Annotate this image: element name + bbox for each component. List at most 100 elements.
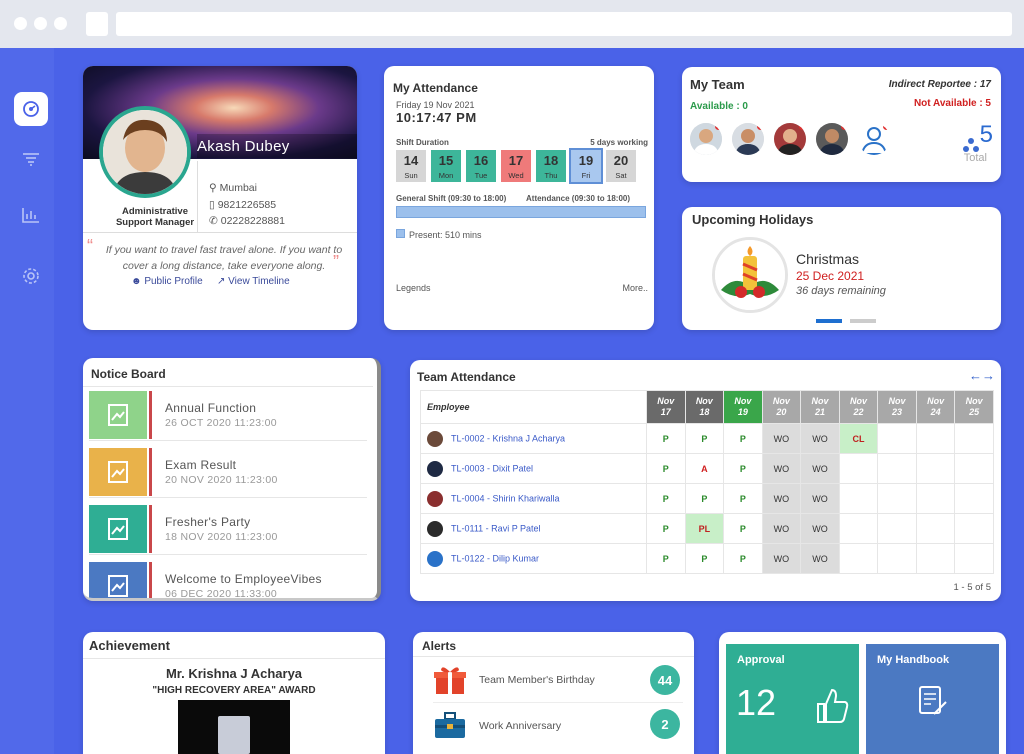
- attendance-cell[interactable]: [915, 543, 956, 574]
- card-title: Notice Board: [91, 367, 166, 381]
- achiever-name: Mr. Krishna J Acharya: [165, 666, 303, 681]
- attendance-cell[interactable]: P: [646, 513, 686, 544]
- attendance-cell[interactable]: [915, 453, 956, 484]
- attendance-cell[interactable]: WO: [761, 513, 802, 544]
- window-dot[interactable]: [54, 17, 67, 30]
- attendance-cell[interactable]: [915, 513, 956, 544]
- attendance-cell[interactable]: A: [684, 453, 725, 484]
- browser-tab[interactable]: [86, 12, 108, 36]
- attendance-cell[interactable]: [838, 513, 879, 544]
- attendance-cell[interactable]: [877, 423, 917, 454]
- attendance-cell[interactable]: WO: [800, 423, 840, 454]
- attendance-cell[interactable]: CL: [838, 423, 879, 454]
- attendance-cell[interactable]: [877, 453, 917, 484]
- attendance-cell[interactable]: P: [684, 543, 725, 574]
- attendance-cell[interactable]: WO: [800, 543, 840, 574]
- notice-icon: [89, 391, 147, 439]
- day-cell[interactable]: 15 Mon: [431, 150, 461, 182]
- alert-item[interactable]: Team Member's Birthday 44: [413, 658, 694, 702]
- attendance-cell[interactable]: P: [723, 513, 763, 544]
- day-cell[interactable]: 19 Fri: [569, 148, 603, 184]
- approval-tile[interactable]: Approval 12: [726, 644, 859, 754]
- attendance-cell[interactable]: [954, 423, 994, 454]
- employee-cell[interactable]: TL-0004 - Shirin Khariwalla: [420, 483, 647, 514]
- view-timeline-link[interactable]: ↗ View Timeline: [217, 276, 290, 287]
- attendance-cell[interactable]: [838, 543, 879, 574]
- bar-chart-icon[interactable]: [14, 198, 48, 232]
- dashboard-icon[interactable]: [14, 92, 48, 126]
- avatar[interactable]: [99, 106, 191, 198]
- profile-card: Akash Dubey Administrative Support Manage…: [83, 66, 357, 330]
- team-member-avatar[interactable]: [732, 123, 764, 155]
- attendance-cell[interactable]: [915, 423, 956, 454]
- team-member-avatar[interactable]: [816, 123, 848, 155]
- notice-icon: [89, 448, 147, 496]
- employee-cell[interactable]: TL-0111 - Ravi P Patel: [420, 513, 647, 544]
- attendance-cell[interactable]: WO: [761, 453, 802, 484]
- attendance-cell[interactable]: [838, 453, 879, 484]
- handbook-tile[interactable]: My Handbook: [866, 644, 999, 754]
- employee-cell[interactable]: TL-0003 - Dixit Patel: [420, 453, 647, 484]
- my-attendance-card: My Attendance Friday 19 Nov 2021 10:17:4…: [384, 66, 654, 330]
- attendance-cell[interactable]: P: [684, 423, 725, 454]
- attendance-cell[interactable]: PL: [684, 513, 725, 544]
- attendance-cell[interactable]: P: [684, 483, 725, 514]
- day-cell[interactable]: 17 Wed: [501, 150, 531, 182]
- address-bar[interactable]: [116, 12, 1012, 36]
- window-dot[interactable]: [14, 17, 27, 30]
- notice-item[interactable]: Welcome to EmployeeVibes 06 DEC 2020 11:3…: [89, 562, 367, 598]
- carousel-dot-active[interactable]: [816, 319, 842, 323]
- day-cell[interactable]: 20 Sat: [606, 150, 636, 182]
- attendance-cell[interactable]: [915, 483, 956, 514]
- nav-arrows-icon[interactable]: ←→: [969, 368, 995, 383]
- attendance-cell[interactable]: WO: [800, 483, 840, 514]
- notice-item[interactable]: Exam Result 20 NOV 2020 11:23:00: [89, 448, 367, 498]
- attendance-cell[interactable]: P: [646, 483, 686, 514]
- window-dot[interactable]: [34, 17, 47, 30]
- notice-item[interactable]: Annual Function 26 OCT 2020 11:23:00: [89, 391, 367, 441]
- day-cell[interactable]: 14 Sun: [396, 150, 426, 182]
- quick-tiles-card: Approval 12 My Handbook: [719, 632, 1006, 754]
- employee-avatar: [427, 520, 443, 537]
- attendance-cell[interactable]: WO: [800, 513, 840, 544]
- attendance-cell[interactable]: P: [723, 453, 763, 484]
- attendance-cell[interactable]: WO: [761, 423, 802, 454]
- employee-cell[interactable]: TL-0122 - Dilip Kumar: [420, 543, 647, 574]
- team-member-avatar[interactable]: [858, 123, 890, 155]
- attendance-cell[interactable]: [877, 513, 917, 544]
- team-attendance-table: Employee Nov 17 Nov 18 Nov 19 Nov 20 Nov 21 Nov 22 No…: [420, 390, 994, 574]
- attendance-cell[interactable]: [838, 483, 879, 514]
- attendance-cell[interactable]: P: [723, 423, 763, 454]
- attendance-cell[interactable]: P: [646, 423, 686, 454]
- attendance-cell[interactable]: P: [723, 543, 763, 574]
- attendance-cell[interactable]: [877, 483, 917, 514]
- notice-title: Annual Function: [165, 401, 257, 415]
- attendance-cell[interactable]: [954, 483, 994, 514]
- public-profile-link[interactable]: ☻ Public Profile: [131, 276, 203, 287]
- card-title: Upcoming Holidays: [692, 212, 814, 227]
- legends-link[interactable]: Legends: [396, 283, 431, 293]
- alert-item[interactable]: Work Anniversary 2: [413, 704, 694, 748]
- attendance-cell[interactable]: WO: [800, 453, 840, 484]
- attendance-cell[interactable]: [954, 513, 994, 544]
- attendance-cell[interactable]: WO: [761, 543, 802, 574]
- attendance-cell[interactable]: [954, 453, 994, 484]
- team-member-avatar[interactable]: [774, 123, 806, 155]
- team-member-avatar[interactable]: [690, 123, 722, 155]
- more-link[interactable]: More..: [622, 283, 648, 293]
- attendance-cell[interactable]: [877, 543, 917, 574]
- carousel-dot[interactable]: [850, 319, 876, 323]
- attendance-cell[interactable]: P: [723, 483, 763, 514]
- attendance-cell[interactable]: P: [646, 453, 686, 484]
- attendance-cell[interactable]: P: [646, 543, 686, 574]
- employee-cell[interactable]: TL-0002 - Krishna J Acharya: [420, 423, 647, 454]
- filter-icon[interactable]: [14, 142, 48, 176]
- day-cell[interactable]: 18 Thu: [536, 150, 566, 182]
- profile-name: Akash Dubey: [197, 138, 290, 155]
- attendance-cell[interactable]: WO: [761, 483, 802, 514]
- day-cell[interactable]: 16 Tue: [466, 150, 496, 182]
- shift-progress-bar: [396, 206, 646, 218]
- settings-gear-icon[interactable]: [14, 259, 48, 293]
- notice-item[interactable]: Fresher's Party 18 NOV 2020 11:23:00: [89, 505, 367, 555]
- attendance-cell[interactable]: [954, 543, 994, 574]
